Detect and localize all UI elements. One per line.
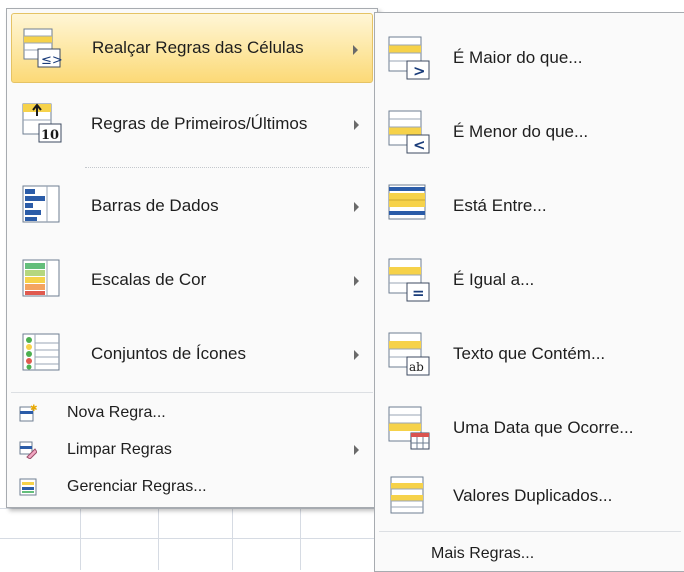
greater-than-label: É Maior do que... xyxy=(453,48,583,67)
top-bottom-10-icon: 10 xyxy=(22,103,62,143)
submenu-item-less-than[interactable]: < É Menor do que... xyxy=(381,97,681,167)
less-than-label: É Menor do que... xyxy=(453,122,589,141)
color-scales-label: Escalas de Cor xyxy=(91,270,207,289)
menu-item-highlight-cells-rules[interactable]: ≤> Realçar Regras das Células xyxy=(11,13,373,83)
submenu-item-text-contains[interactable]: ab Texto que Contém... xyxy=(381,319,681,389)
submenu-item-date-occurring[interactable]: Uma Data que Ocorre... xyxy=(381,393,681,463)
duplicate-values-icon xyxy=(390,476,424,514)
conditional-formatting-menu: ≤> Realçar Regras das Células 10 Regras … xyxy=(6,8,378,508)
highlight-cells-rules-label: Realçar Regras das Células xyxy=(92,38,304,57)
menu-item-manage-rules[interactable]: Gerenciar Regras... xyxy=(11,470,373,504)
svg-text:=: = xyxy=(412,284,425,302)
clear-rules-icon xyxy=(19,441,37,459)
equal-to-icon: = xyxy=(388,258,430,302)
submenu-arrow-icon xyxy=(354,445,359,455)
new-rule-label: Nova Regra... xyxy=(67,404,166,421)
menu-item-new-rule[interactable]: ✱ Nova Regra... xyxy=(11,396,373,430)
date-occurring-label: Uma Data que Ocorre... xyxy=(453,418,634,437)
svg-text:10: 10 xyxy=(41,128,59,143)
manage-rules-label: Gerenciar Regras... xyxy=(67,478,207,495)
color-scales-icon xyxy=(22,259,60,297)
more-rules-link[interactable]: Mais Regras... xyxy=(431,545,534,563)
less-than-icon: < xyxy=(388,110,430,154)
svg-text:>: > xyxy=(413,62,426,80)
menu-item-icon-sets[interactable]: Conjuntos de Ícones xyxy=(11,319,373,389)
submenu-arrow-icon xyxy=(354,202,359,212)
submenu-item-between[interactable]: Está Entre... xyxy=(381,171,681,241)
svg-text:✱: ✱ xyxy=(30,404,37,414)
menu-item-clear-rules[interactable]: Limpar Regras xyxy=(11,433,373,467)
data-bars-label: Barras de Dados xyxy=(91,196,219,215)
text-contains-label: Texto que Contém... xyxy=(453,344,606,363)
highlight-cells-submenu: > É Maior do que... < É Menor do que... … xyxy=(374,12,684,572)
submenu-arrow-icon xyxy=(354,276,359,286)
manage-rules-icon xyxy=(19,478,37,496)
submenu-arrow-icon xyxy=(353,45,358,55)
menu-item-top-bottom-rules[interactable]: 10 Regras de Primeiros/Últimos xyxy=(11,89,373,159)
menu-separator xyxy=(11,392,373,393)
icon-sets-label: Conjuntos de Ícones xyxy=(91,344,246,363)
svg-text:<: < xyxy=(413,136,426,154)
svg-text:≤>: ≤> xyxy=(41,53,63,68)
submenu-item-equal-to[interactable]: = É Igual a... xyxy=(381,245,681,315)
dotted-separator xyxy=(85,167,369,168)
between-label: Está Entre... xyxy=(453,196,547,215)
equal-to-label: É Igual a... xyxy=(453,270,535,289)
new-rule-icon: ✱ xyxy=(19,404,37,422)
duplicate-values-label: Valores Duplicados... xyxy=(453,486,613,505)
data-bars-icon xyxy=(22,185,60,223)
svg-text:ab: ab xyxy=(409,360,424,374)
menu-item-color-scales[interactable]: Escalas de Cor xyxy=(11,245,373,315)
date-occurring-icon xyxy=(388,406,430,450)
text-contains-icon: ab xyxy=(388,332,430,376)
highlight-cells-icon: ≤> xyxy=(23,28,63,68)
icon-sets-icon xyxy=(22,333,60,371)
submenu-arrow-icon xyxy=(354,350,359,360)
submenu-item-greater-than[interactable]: > É Maior do que... xyxy=(381,23,681,93)
clear-rules-label: Limpar Regras xyxy=(67,441,172,458)
submenu-item-duplicate-values[interactable]: Valores Duplicados... xyxy=(381,461,681,531)
top-bottom-rules-label: Regras de Primeiros/Últimos xyxy=(91,114,308,133)
submenu-separator xyxy=(379,531,681,532)
menu-item-data-bars[interactable]: Barras de Dados xyxy=(11,171,373,241)
between-icon xyxy=(388,184,426,220)
submenu-arrow-icon xyxy=(354,120,359,130)
greater-than-icon: > xyxy=(388,36,430,80)
